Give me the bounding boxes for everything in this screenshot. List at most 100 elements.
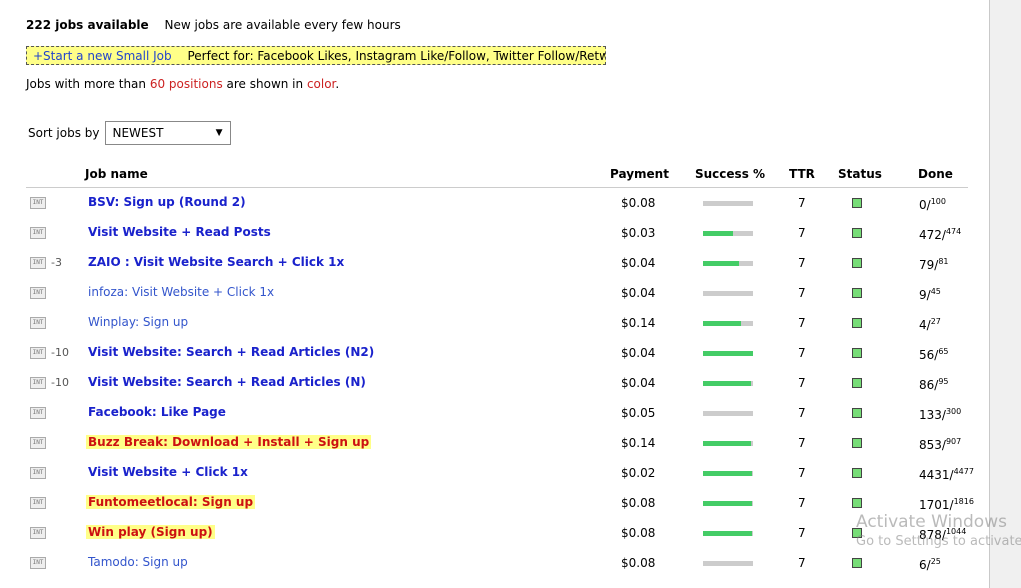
success-bar-fill: [703, 261, 739, 266]
sort-select[interactable]: NEWEST ▼: [104, 121, 231, 145]
int-icon: INT: [30, 347, 46, 359]
status-indicator-icon: [852, 288, 862, 298]
done-count: 472: [919, 228, 942, 242]
job-done: 56/65: [919, 347, 949, 362]
job-payment: $0.03: [621, 226, 656, 240]
int-icon: INT: [30, 497, 46, 509]
status-indicator-icon: [852, 348, 862, 358]
table-row: INT -3 ZAIO : Visit Website Search + Click…: [26, 248, 968, 278]
jobs-panel: 222 jobs available New jobs are availabl…: [0, 0, 990, 588]
job-ttr: 7: [798, 526, 806, 540]
job-name-link[interactable]: Winplay: Sign up: [88, 315, 188, 329]
done-total: 907: [945, 437, 962, 446]
header-ttr[interactable]: TTR: [789, 167, 815, 181]
job-name-link[interactable]: Funtomeetlocal: Sign up: [86, 495, 256, 509]
job-name-link[interactable]: Tamodo: Sign up: [88, 555, 188, 569]
job-payment: $0.05: [621, 406, 656, 420]
start-small-job-link[interactable]: +Start a new Small Job: [33, 49, 172, 63]
job-ttr: 7: [798, 286, 806, 300]
header-payment[interactable]: Payment: [610, 167, 669, 181]
jobs-summary: 222 jobs available New jobs are availabl…: [26, 18, 401, 32]
job-payment: $0.14: [621, 316, 656, 330]
done-count: 1701: [919, 498, 950, 512]
success-bar-fill: [703, 441, 751, 446]
job-name-link[interactable]: BSV: Sign up (Round 2): [88, 195, 246, 209]
job-ttr: 7: [798, 376, 806, 390]
job-name-link[interactable]: Visit Website + Read Posts: [88, 225, 271, 239]
job-payment: $0.14: [621, 436, 656, 450]
done-count: 9: [919, 288, 927, 302]
job-name-link[interactable]: Visit Website + Click 1x: [88, 465, 248, 479]
window-edge: [990, 0, 1021, 588]
table-row: INT -10 Visit Website: Search + Read Artic…: [26, 338, 968, 368]
table-row: INT Visit Website + Click 1x $0.02 7 4431/44…: [26, 458, 974, 488]
jobs-count: 222 jobs available: [26, 18, 149, 32]
job-name-link[interactable]: ZAIO : Visit Website Search + Click 1x: [88, 255, 344, 269]
job-payment: $0.08: [621, 526, 656, 540]
job-name-link[interactable]: Facebook: Like Page: [88, 405, 226, 419]
done-total: 300: [945, 407, 962, 416]
job-name-link[interactable]: Visit Website: Search + Read Articles (N…: [88, 375, 366, 389]
job-payment: $0.04: [621, 256, 656, 270]
done-count: 0: [919, 198, 927, 212]
job-name-link[interactable]: Visit Website: Search + Read Articles (N…: [88, 345, 374, 359]
header-success[interactable]: Success %: [695, 167, 765, 181]
table-row: INT -10 Visit Website: Search + Read Artic…: [26, 368, 968, 398]
int-icon: INT: [30, 287, 46, 299]
job-done: 86/95: [919, 377, 949, 392]
job-ttr: 7: [798, 466, 806, 480]
done-total: 1816: [953, 497, 974, 506]
job-name-link[interactable]: infoza: Visit Website + Click 1x: [88, 285, 274, 299]
job-name-link[interactable]: Buzz Break: Download + Install + Sign up: [86, 435, 372, 449]
job-payment: $0.08: [621, 496, 656, 510]
job-priority: -10: [51, 346, 69, 359]
header-done[interactable]: Done: [918, 167, 953, 181]
success-bar-fill: [703, 381, 751, 386]
status-indicator-icon: [852, 468, 862, 478]
job-priority: -10: [51, 376, 69, 389]
color-note-prefix: Jobs with more than: [26, 77, 150, 91]
job-payment: $0.08: [621, 556, 656, 570]
header-job-name[interactable]: Job name: [85, 167, 148, 181]
done-count: 133: [919, 408, 942, 422]
table-row: INT Buzz Break: Download + Install + Sign…: [26, 428, 968, 458]
done-total: 45: [930, 287, 941, 296]
job-ttr: 7: [798, 226, 806, 240]
sort-label: Sort jobs by: [28, 126, 100, 140]
status-indicator-icon: [852, 438, 862, 448]
job-done: 4/27: [919, 317, 941, 332]
color-legend-note: Jobs with more than 60 positions are sho…: [26, 77, 339, 91]
job-done: 4431/4477: [919, 467, 974, 482]
color-note-middle: are shown in: [222, 77, 307, 91]
done-total: 65: [938, 347, 949, 356]
table-row: INT Winplay: Sign up $0.14 7 4/27: [26, 308, 968, 338]
done-count: 4431: [919, 468, 950, 482]
table-row: INT infoza: Visit Website + Click 1x $0.04…: [26, 278, 968, 308]
success-bar-fill: [703, 231, 733, 236]
int-icon: INT: [30, 317, 46, 329]
success-bar: [703, 261, 753, 266]
done-total: 81: [938, 257, 949, 266]
job-done: 9/45: [919, 287, 941, 302]
int-icon: INT: [30, 377, 46, 389]
job-name-link[interactable]: Win play (Sign up): [86, 525, 215, 539]
success-bar: [703, 201, 753, 206]
success-bar: [703, 351, 753, 356]
jobs-table-body: INT BSV: Sign up (Round 2) $0.08 7 0/100 INT V…: [26, 188, 974, 578]
done-count: 86: [919, 378, 935, 392]
status-indicator-icon: [852, 318, 862, 328]
done-count: 853: [919, 438, 942, 452]
int-icon: INT: [30, 467, 46, 479]
success-bar: [703, 471, 753, 476]
job-ttr: 7: [798, 256, 806, 270]
header-status[interactable]: Status: [838, 167, 882, 181]
int-icon: INT: [30, 557, 46, 569]
job-done: 472/474: [919, 227, 962, 242]
int-icon: INT: [30, 407, 46, 419]
status-indicator-icon: [852, 408, 862, 418]
status-indicator-icon: [852, 498, 862, 508]
job-payment: $0.08: [621, 196, 656, 210]
sort-selected-value: NEWEST: [112, 126, 164, 140]
sort-control: Sort jobs by NEWEST ▼: [28, 121, 231, 145]
table-row: INT Visit Website + Read Posts $0.03 7 472/4…: [26, 218, 968, 248]
